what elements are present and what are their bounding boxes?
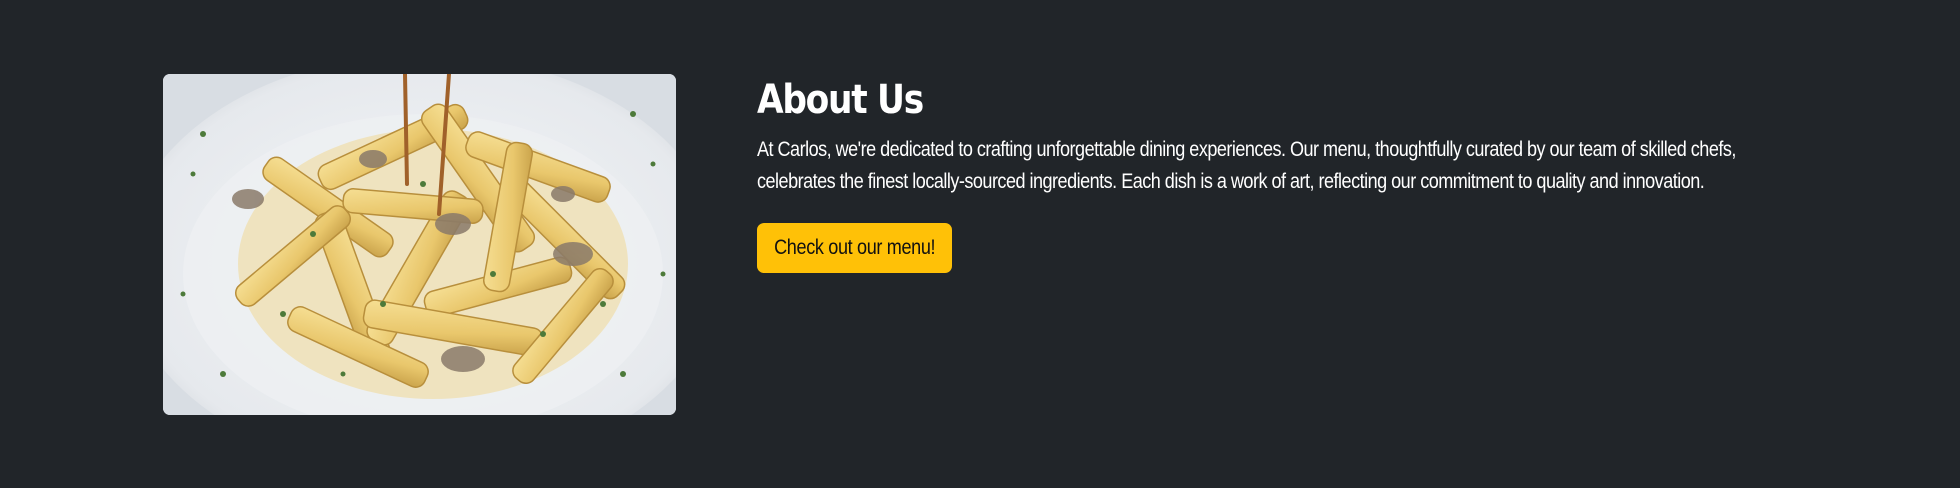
pasta-illustration [163,74,676,415]
about-content: About Us At Carlos, we're dedicated to c… [757,74,1817,273]
check-menu-button[interactable]: Check out our menu! [757,223,952,273]
about-section: About Us At Carlos, we're dedicated to c… [0,0,1960,488]
pasta-dish-image [163,74,676,415]
about-description: At Carlos, we're dedicated to crafting u… [757,138,1736,193]
check-menu-button-label: Check out our menu! [773,236,936,259]
about-title: About Us [757,77,924,123]
